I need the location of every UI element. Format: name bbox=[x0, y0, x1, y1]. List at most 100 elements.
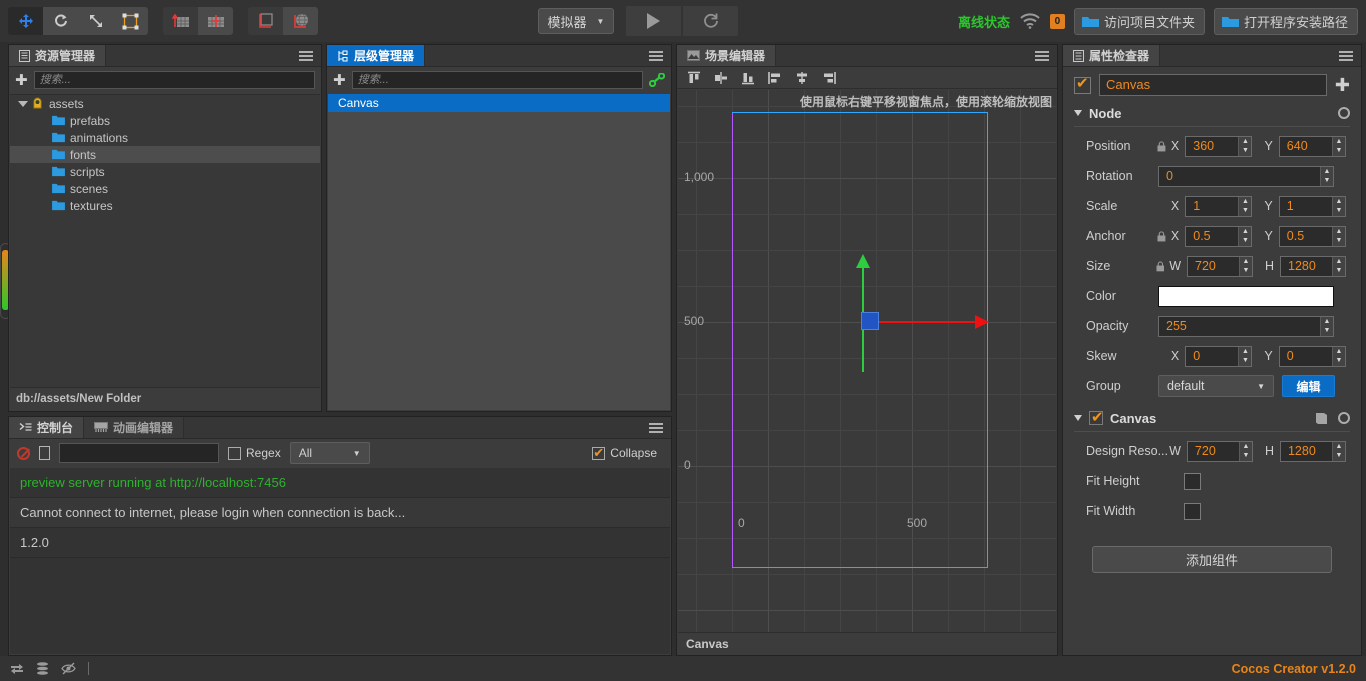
skew-x-input[interactable]: 0 ▲ ▼ bbox=[1185, 345, 1253, 367]
eye-off-icon[interactable] bbox=[61, 662, 76, 675]
lock-icon[interactable] bbox=[1157, 230, 1166, 242]
node-enabled-checkbox[interactable] bbox=[1074, 74, 1091, 94]
tree-row-scenes[interactable]: scenes bbox=[10, 180, 320, 197]
rect-transform-tool-button[interactable] bbox=[113, 7, 148, 35]
move-tool-button[interactable] bbox=[8, 7, 43, 35]
design-h-stepper[interactable]: ▲ ▼ bbox=[1331, 441, 1345, 461]
gizmo-x-axis[interactable] bbox=[868, 315, 989, 329]
color-swatch[interactable] bbox=[1158, 285, 1334, 307]
skew-y-input[interactable]: 0 ▲ ▼ bbox=[1278, 345, 1346, 367]
align-bottom-button[interactable] bbox=[736, 69, 760, 87]
chevron-down-icon[interactable] bbox=[1074, 110, 1082, 116]
tree-row-scripts[interactable]: scripts bbox=[10, 163, 320, 180]
align-right-button[interactable] bbox=[817, 69, 841, 87]
group-dropdown[interactable]: default ▼ bbox=[1158, 375, 1274, 397]
lock-icon[interactable] bbox=[1156, 260, 1165, 272]
position-y-stepper[interactable]: ▲ ▼ bbox=[1332, 136, 1345, 156]
tab-scene[interactable]: 场景编辑器 bbox=[677, 45, 777, 66]
log-line[interactable]: Cannot connect to internet, please login… bbox=[10, 498, 670, 528]
play-button[interactable] bbox=[626, 6, 682, 36]
hierarchy-node-canvas[interactable]: Canvas bbox=[328, 94, 670, 112]
clear-console-button[interactable] bbox=[17, 446, 30, 460]
align-top-button[interactable] bbox=[682, 69, 706, 87]
align-left-button[interactable] bbox=[763, 69, 787, 87]
chevron-down-icon[interactable] bbox=[1074, 415, 1082, 421]
rotation-stepper[interactable]: ▲ ▼ bbox=[1320, 166, 1333, 186]
skew-x-stepper[interactable]: ▲ ▼ bbox=[1238, 346, 1252, 366]
regex-toggle[interactable]: Regex bbox=[228, 446, 281, 460]
size-w-stepper[interactable]: ▲ ▼ bbox=[1239, 256, 1252, 276]
align-horizontal-center-button[interactable] bbox=[790, 69, 814, 87]
tab-hierarchy[interactable]: 层级管理器 bbox=[327, 45, 426, 66]
position-x-input[interactable]: 360 ▲ ▼ bbox=[1185, 135, 1253, 157]
node-name-input[interactable]: Canvas bbox=[1099, 74, 1327, 96]
add-node-button[interactable]: ✚ bbox=[333, 73, 346, 88]
gear-icon[interactable] bbox=[1338, 412, 1350, 424]
anchor-y-stepper[interactable]: ▲ ▼ bbox=[1332, 226, 1345, 246]
gear-icon[interactable] bbox=[1338, 107, 1350, 119]
tab-console[interactable]: 控制台 bbox=[9, 417, 85, 438]
rotation-input[interactable]: 0 ▲ ▼ bbox=[1158, 165, 1334, 187]
database-icon[interactable] bbox=[36, 661, 49, 676]
scale-tool-button[interactable] bbox=[78, 7, 113, 35]
global-coord-button[interactable] bbox=[283, 7, 318, 35]
sync-icon[interactable] bbox=[10, 662, 24, 675]
design-w-stepper[interactable]: ▲ ▼ bbox=[1238, 441, 1252, 461]
skew-y-stepper[interactable]: ▲ ▼ bbox=[1331, 346, 1345, 366]
fit-height-checkbox[interactable] bbox=[1184, 472, 1201, 490]
rotate-tool-button[interactable] bbox=[43, 7, 78, 35]
canvas-enabled-checkbox[interactable] bbox=[1089, 408, 1104, 426]
gizmo-center-handle[interactable] bbox=[861, 312, 879, 330]
chevron-down-icon[interactable] bbox=[18, 100, 28, 107]
opacity-stepper[interactable]: ▲ ▼ bbox=[1320, 316, 1333, 336]
tab-assets[interactable]: 资源管理器 bbox=[9, 45, 107, 66]
hierarchy-search-input[interactable]: 搜索... bbox=[351, 71, 643, 89]
tree-row-textures[interactable]: textures bbox=[10, 197, 320, 214]
scale-x-input[interactable]: 1 ▲ ▼ bbox=[1185, 195, 1253, 217]
console-filter-input[interactable] bbox=[59, 443, 219, 463]
help-book-icon[interactable] bbox=[1315, 412, 1328, 425]
local-coord-button[interactable] bbox=[248, 7, 283, 35]
node-section-header[interactable]: Node bbox=[1064, 102, 1360, 124]
add-node-property-button[interactable]: ✚ bbox=[1335, 76, 1350, 94]
open-project-folder-button[interactable]: 访问项目文件夹 bbox=[1073, 7, 1205, 35]
anchor-x-input[interactable]: 0.5 ▲ ▼ bbox=[1185, 225, 1253, 247]
size-h-stepper[interactable]: ▲ ▼ bbox=[1332, 256, 1345, 276]
opacity-input[interactable]: 255 ▲ ▼ bbox=[1158, 315, 1334, 337]
log-level-dropdown[interactable]: All ▼ bbox=[289, 442, 370, 464]
scene-menu-button[interactable] bbox=[1035, 45, 1051, 66]
assets-search-input[interactable]: 搜索... bbox=[33, 71, 315, 89]
hierarchy-menu-button[interactable] bbox=[649, 45, 665, 66]
size-h-input[interactable]: 1280 ▲ ▼ bbox=[1280, 255, 1346, 277]
link-icon[interactable] bbox=[649, 73, 665, 87]
assets-menu-button[interactable] bbox=[299, 45, 315, 66]
scale-y-stepper[interactable]: ▲ ▼ bbox=[1331, 196, 1345, 216]
lock-icon[interactable] bbox=[1157, 140, 1166, 152]
tree-row-fonts[interactable]: fonts bbox=[10, 146, 320, 163]
notification-badge[interactable]: 0 bbox=[1049, 13, 1065, 29]
add-asset-button[interactable]: ✚ bbox=[15, 73, 28, 88]
anchor-x-stepper[interactable]: ▲ ▼ bbox=[1238, 226, 1252, 246]
console-menu-button[interactable] bbox=[649, 417, 665, 438]
group-edit-button[interactable]: 编辑 bbox=[1282, 375, 1335, 397]
scale-y-input[interactable]: 1 ▲ ▼ bbox=[1278, 195, 1346, 217]
open-install-path-button[interactable]: 打开程序安装路径 bbox=[1213, 7, 1358, 35]
design-h-input[interactable]: 1280 ▲ ▼ bbox=[1279, 440, 1346, 462]
simulator-dropdown[interactable]: 模拟器 ▼ bbox=[537, 8, 615, 34]
collapse-checkbox[interactable] bbox=[592, 445, 606, 461]
inspector-menu-button[interactable] bbox=[1339, 45, 1355, 66]
scale-x-stepper[interactable]: ▲ ▼ bbox=[1238, 196, 1252, 216]
tree-row-assets[interactable]: assets bbox=[10, 95, 320, 112]
center-tool-button[interactable] bbox=[198, 7, 233, 35]
collapse-toggle[interactable]: Collapse bbox=[592, 445, 663, 461]
refresh-button[interactable] bbox=[683, 6, 739, 36]
regex-checkbox[interactable] bbox=[228, 446, 241, 460]
add-component-button[interactable]: 添加组件 bbox=[1092, 546, 1332, 573]
canvas-section-header[interactable]: Canvas bbox=[1064, 407, 1360, 429]
position-x-stepper[interactable]: ▲ ▼ bbox=[1238, 136, 1252, 156]
align-vertical-center-button[interactable] bbox=[709, 69, 733, 87]
log-line[interactable]: preview server running at http://localho… bbox=[10, 468, 670, 498]
tab-inspector[interactable]: 属性检查器 bbox=[1063, 45, 1161, 66]
tab-animation-editor[interactable]: 动画编辑器 bbox=[84, 417, 185, 438]
position-y-input[interactable]: 640 ▲ ▼ bbox=[1278, 135, 1346, 157]
